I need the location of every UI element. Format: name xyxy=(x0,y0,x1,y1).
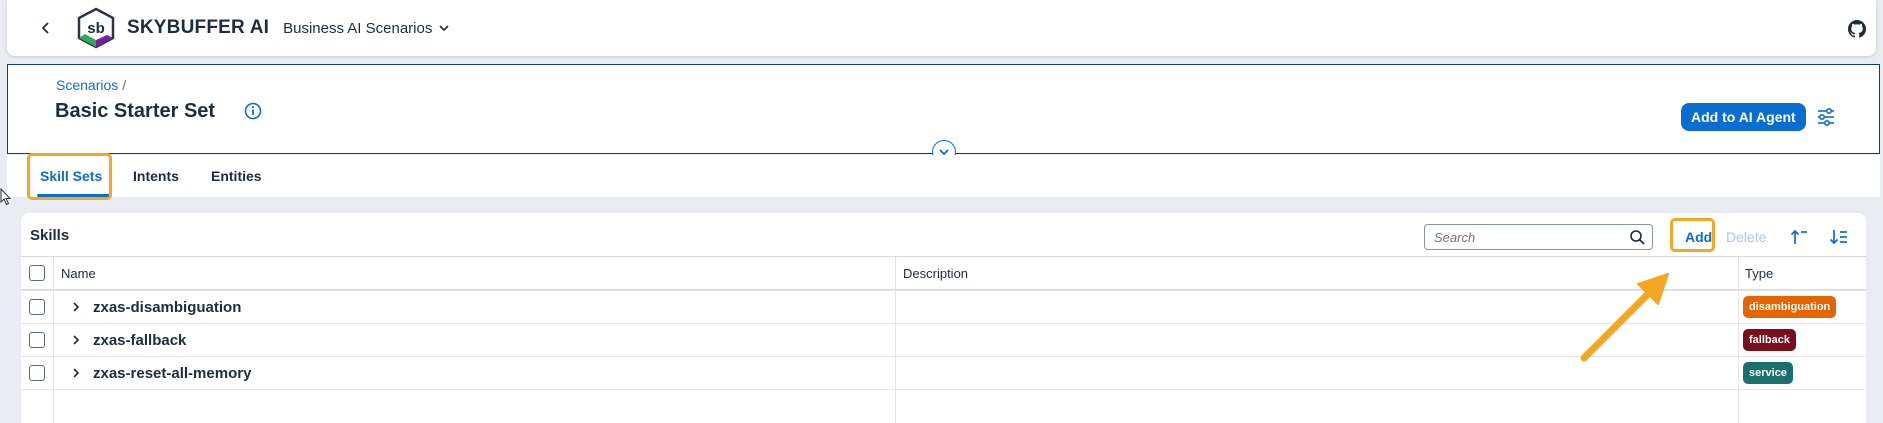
product-label: Business AI Scenarios xyxy=(283,19,433,37)
skybuffer-logo: sb xyxy=(77,7,115,49)
page-title: Basic Starter Set xyxy=(55,100,216,122)
sort-ascending-icon[interactable] xyxy=(1789,227,1809,247)
table-empty-row xyxy=(21,389,1866,423)
chevron-right-icon[interactable] xyxy=(69,300,83,314)
shell-bar: sb SKYBUFFER AI Business AI Scenarios xyxy=(7,0,1876,56)
skill-name: zxas-reset-all-memory xyxy=(93,364,252,382)
tab-intents[interactable]: Intents xyxy=(133,168,179,184)
github-icon[interactable] xyxy=(1848,20,1866,38)
add-to-ai-agent-button[interactable]: Add to AI Agent xyxy=(1681,103,1806,131)
select-all-cell xyxy=(29,257,45,289)
chevron-right-icon[interactable] xyxy=(69,333,83,347)
select-all-checkbox[interactable] xyxy=(29,265,45,281)
search-field[interactable] xyxy=(1424,224,1653,250)
skills-title: Skills xyxy=(30,227,70,244)
mouse-cursor-icon xyxy=(0,188,12,206)
table-row[interactable]: zxas-reset-all-memory service xyxy=(21,356,1866,389)
type-badge: fallback xyxy=(1743,329,1796,351)
adjust-settings-icon[interactable] xyxy=(1816,107,1836,127)
tab-entities[interactable]: Entities xyxy=(211,168,262,184)
chevron-left-icon xyxy=(41,22,49,34)
delete-skill-button[interactable]: Delete xyxy=(1726,225,1766,249)
row-checkbox[interactable] xyxy=(29,332,45,348)
breadcrumb-scenarios-link[interactable]: Scenarios xyxy=(56,77,118,93)
skill-name: zxas-disambiguation xyxy=(93,298,242,316)
type-badge: service xyxy=(1743,362,1793,384)
chevron-down-icon xyxy=(439,25,449,32)
tab-skill-sets[interactable]: Skill Sets xyxy=(40,168,102,184)
tab-bar: Skill Sets Intents Entities xyxy=(7,155,1880,197)
logo-text: sb xyxy=(87,20,105,37)
breadcrumb-separator: / xyxy=(122,77,127,93)
skill-name: zxas-fallback xyxy=(93,331,187,349)
info-icon[interactable] xyxy=(244,102,262,120)
table-row[interactable]: zxas-disambiguation disambiguation xyxy=(21,290,1866,323)
add-skill-button[interactable]: Add xyxy=(1685,225,1712,249)
active-tab-indicator xyxy=(37,194,111,197)
back-button[interactable] xyxy=(30,12,62,44)
brand-name: SKYBUFFER AI xyxy=(127,17,270,38)
row-checkbox[interactable] xyxy=(29,299,45,315)
row-checkbox[interactable] xyxy=(29,365,45,381)
table-header-row: Name Description Type xyxy=(21,256,1866,290)
chevron-right-icon[interactable] xyxy=(69,366,83,380)
skills-table: Name Description Type zxas-disambiguatio… xyxy=(21,256,1866,423)
column-header-type[interactable]: Type xyxy=(1745,257,1773,289)
sort-descending-icon[interactable] xyxy=(1829,227,1849,247)
search-icon[interactable] xyxy=(1629,229,1646,246)
table-row[interactable]: zxas-fallback fallback xyxy=(21,323,1866,356)
product-switcher[interactable]: Business AI Scenarios xyxy=(283,20,450,37)
breadcrumb: Scenarios / xyxy=(56,77,126,93)
type-badge: disambiguation xyxy=(1743,296,1837,318)
column-header-name[interactable]: Name xyxy=(61,257,96,289)
skills-panel: Skills Add Delete Name Description Type … xyxy=(21,213,1866,423)
column-header-description[interactable]: Description xyxy=(903,257,968,289)
search-input[interactable] xyxy=(1434,229,1624,245)
